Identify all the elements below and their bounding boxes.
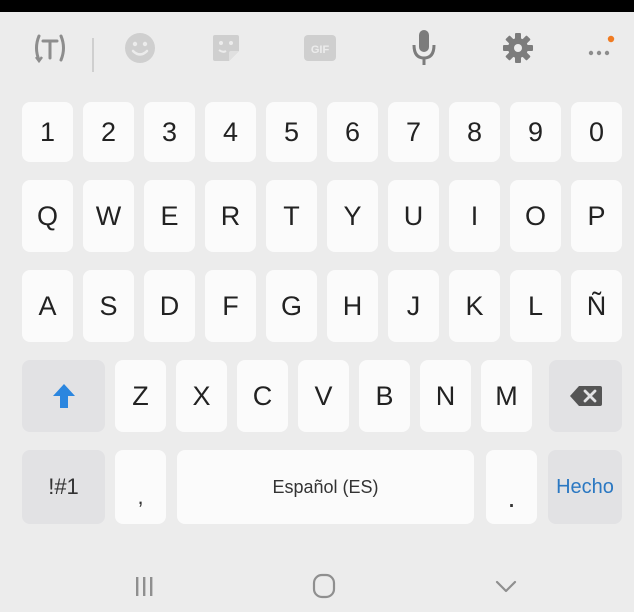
recent-apps-icon[interactable] — [124, 566, 164, 606]
key-o[interactable]: O — [510, 180, 561, 252]
key-w[interactable]: W — [83, 180, 134, 252]
period-key[interactable]: . — [486, 450, 537, 524]
back-icon[interactable] — [486, 566, 526, 606]
keyboard-toolbar: GIF — [0, 12, 634, 86]
key-l[interactable]: L — [510, 270, 561, 342]
notification-dot — [607, 35, 615, 43]
key-q[interactable]: Q — [22, 180, 73, 252]
key-5[interactable]: 5 — [266, 102, 317, 162]
key-g[interactable]: G — [266, 270, 317, 342]
key-7[interactable]: 7 — [388, 102, 439, 162]
status-bar — [0, 0, 634, 12]
key-s[interactable]: S — [83, 270, 134, 342]
home-icon[interactable] — [304, 566, 344, 606]
key-f[interactable]: F — [205, 270, 256, 342]
key-y[interactable]: Y — [327, 180, 378, 252]
emoji-icon[interactable] — [118, 26, 162, 70]
backspace-icon — [569, 386, 602, 406]
key-4[interactable]: 4 — [205, 102, 256, 162]
sticker-icon[interactable] — [204, 26, 248, 70]
key-3[interactable]: 3 — [144, 102, 195, 162]
key-t[interactable]: T — [266, 180, 317, 252]
key-j[interactable]: J — [388, 270, 439, 342]
key-b[interactable]: B — [359, 360, 410, 432]
key-k[interactable]: K — [449, 270, 500, 342]
gif-label: GIF — [311, 44, 330, 56]
key-z[interactable]: Z — [115, 360, 166, 432]
key-0[interactable]: 0 — [571, 102, 622, 162]
navigation-bar — [0, 560, 634, 612]
settings-icon[interactable] — [496, 26, 540, 70]
key-u[interactable]: U — [388, 180, 439, 252]
key-h[interactable]: H — [327, 270, 378, 342]
gif-icon[interactable]: GIF — [298, 26, 342, 70]
text-translate-icon[interactable] — [28, 26, 72, 70]
key-6[interactable]: 6 — [327, 102, 378, 162]
microphone-icon[interactable] — [402, 26, 446, 70]
backspace-key[interactable] — [549, 360, 622, 432]
comma-key[interactable]: , — [115, 450, 166, 524]
key-r[interactable]: R — [205, 180, 256, 252]
key-d[interactable]: D — [144, 270, 195, 342]
key-a[interactable]: A — [22, 270, 73, 342]
more-icon[interactable] — [578, 26, 622, 70]
key-x[interactable]: X — [176, 360, 227, 432]
done-key[interactable]: Hecho — [548, 450, 622, 524]
key-9[interactable]: 9 — [510, 102, 561, 162]
space-key[interactable]: Español (ES) — [177, 450, 474, 524]
key-v[interactable]: V — [298, 360, 349, 432]
key-1[interactable]: 1 — [22, 102, 73, 162]
key-n[interactable]: N — [420, 360, 471, 432]
key-2[interactable]: 2 — [83, 102, 134, 162]
key-p[interactable]: P — [571, 180, 622, 252]
key-e[interactable]: E — [144, 180, 195, 252]
key-n-tilde[interactable]: Ñ — [571, 270, 622, 342]
key-8[interactable]: 8 — [449, 102, 500, 162]
shift-arrow-icon — [52, 384, 75, 408]
key-i[interactable]: I — [449, 180, 500, 252]
key-c[interactable]: C — [237, 360, 288, 432]
toolbar-divider — [92, 38, 94, 72]
key-m[interactable]: M — [481, 360, 532, 432]
symbols-key[interactable]: !#1 — [22, 450, 105, 524]
shift-key[interactable] — [22, 360, 105, 432]
